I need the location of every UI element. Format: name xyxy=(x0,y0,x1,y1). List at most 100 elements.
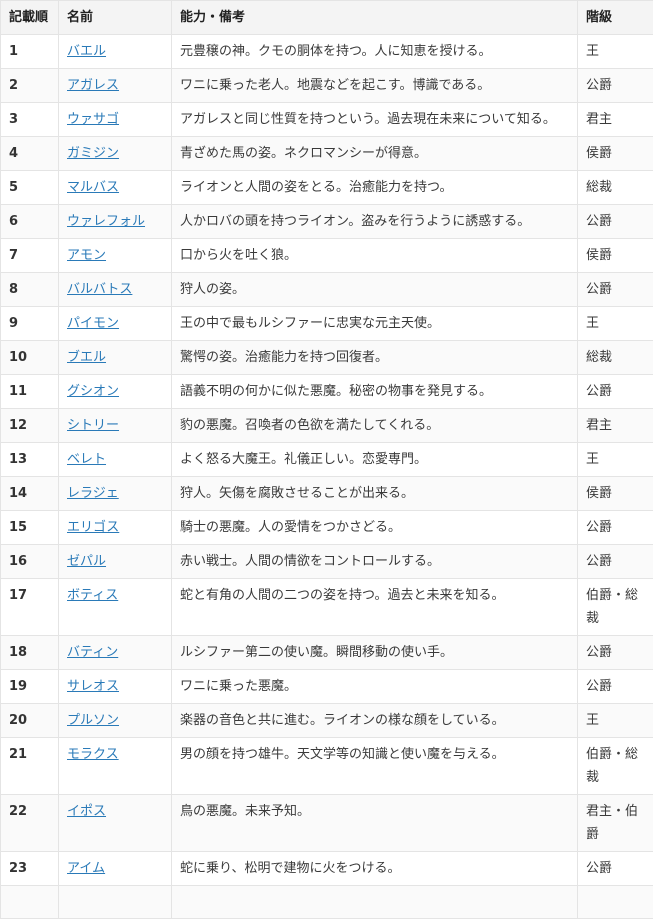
description-cell: 青ざめた馬の姿。ネクロマンシーが得意。 xyxy=(172,137,578,171)
name-cell: バルバトス xyxy=(59,273,172,307)
table-row: 13ベレトよく怒る大魔王。礼儀正しい。恋愛専門。王 xyxy=(1,443,653,477)
row-number: 6 xyxy=(1,205,59,239)
row-number: 13 xyxy=(1,443,59,477)
rank-cell: 君主 xyxy=(578,409,653,443)
rank-cell: 王 xyxy=(578,307,653,341)
row-number: 21 xyxy=(1,738,59,795)
demon-name-link[interactable]: サレオス xyxy=(67,679,119,694)
rank-cell: 伯爵・総裁 xyxy=(578,579,653,636)
name-cell: グシオン xyxy=(59,375,172,409)
rank-cell: 伯爵・総裁 xyxy=(578,738,653,795)
description-cell: 王の中で最もルシファーに忠実な元主天使。 xyxy=(172,307,578,341)
description-cell: 楽器の音色と共に進む。ライオンの様な顔をしている。 xyxy=(172,704,578,738)
name-cell: ボティス xyxy=(59,579,172,636)
rank-cell: 公爵 xyxy=(578,511,653,545)
table-body: 1バエル元豊穣の神。クモの胴体を持つ。人に知恵を授ける。王2アガレスワニに乗った… xyxy=(1,35,653,919)
name-cell: ブエル xyxy=(59,341,172,375)
name-cell: シトリー xyxy=(59,409,172,443)
demon-name-link[interactable]: モラクス xyxy=(67,747,119,762)
description-cell: 豹の悪魔。召喚者の色欲を満たしてくれる。 xyxy=(172,409,578,443)
name-cell: モラクス xyxy=(59,738,172,795)
rank-cell: 公爵 xyxy=(578,69,653,103)
description-cell: ライオンと人間の姿をとる。治癒能力を持つ。 xyxy=(172,171,578,205)
table-row: 5マルバスライオンと人間の姿をとる。治癒能力を持つ。総裁 xyxy=(1,171,653,205)
demon-name-link[interactable]: アモン xyxy=(67,248,106,263)
row-number: 2 xyxy=(1,69,59,103)
demon-name-link[interactable]: プルソン xyxy=(67,713,119,728)
description-cell: 元豊穣の神。クモの胴体を持つ。人に知恵を授ける。 xyxy=(172,35,578,69)
table-row: 8バルバトス狩人の姿。公爵 xyxy=(1,273,653,307)
demon-name-link[interactable]: ボティス xyxy=(67,588,118,603)
empty-cell xyxy=(578,886,653,919)
header-desc: 能力・備考 xyxy=(172,1,578,35)
name-cell: イポス xyxy=(59,795,172,852)
demon-name-link[interactable]: ベレト xyxy=(67,452,106,467)
name-cell: バエル xyxy=(59,35,172,69)
row-number: 11 xyxy=(1,375,59,409)
demon-name-link[interactable]: ゼパル xyxy=(67,554,106,569)
demon-name-link[interactable]: ブエル xyxy=(67,350,106,365)
table-row: 20プルソン楽器の音色と共に進む。ライオンの様な顔をしている。王 xyxy=(1,704,653,738)
demon-name-link[interactable]: レラジェ xyxy=(67,486,119,501)
table-row: 22イポス鳥の悪魔。未来予知。君主・伯爵 xyxy=(1,795,653,852)
demon-name-link[interactable]: エリゴス xyxy=(67,520,119,535)
description-cell: 蛇に乗り、松明で建物に火をつける。 xyxy=(172,852,578,886)
row-number: 18 xyxy=(1,636,59,670)
rank-cell: 王 xyxy=(578,443,653,477)
rank-cell: 侯爵 xyxy=(578,477,653,511)
row-number: 17 xyxy=(1,579,59,636)
demon-name-link[interactable]: マルバス xyxy=(67,180,119,195)
rank-cell: 公爵 xyxy=(578,670,653,704)
rank-cell: 君主 xyxy=(578,103,653,137)
table-row: 23アイム蛇に乗り、松明で建物に火をつける。公爵 xyxy=(1,852,653,886)
demon-name-link[interactable]: ガミジン xyxy=(67,146,119,161)
row-number: 12 xyxy=(1,409,59,443)
name-cell: アモン xyxy=(59,239,172,273)
demon-name-link[interactable]: バエル xyxy=(67,44,106,59)
demon-table: 記載順 名前 能力・備考 階級 1バエル元豊穣の神。クモの胴体を持つ。人に知恵を… xyxy=(0,0,653,919)
rank-cell: 総裁 xyxy=(578,171,653,205)
description-cell: 驚愕の姿。治癒能力を持つ回復者。 xyxy=(172,341,578,375)
row-number: 19 xyxy=(1,670,59,704)
name-cell: パイモン xyxy=(59,307,172,341)
rank-cell: 侯爵 xyxy=(578,137,653,171)
name-cell: ウァサゴ xyxy=(59,103,172,137)
rank-cell: 君主・伯爵 xyxy=(578,795,653,852)
row-number: 23 xyxy=(1,852,59,886)
table-row xyxy=(1,886,653,919)
name-cell: ゼパル xyxy=(59,545,172,579)
header-name: 名前 xyxy=(59,1,172,35)
rank-cell: 公爵 xyxy=(578,205,653,239)
name-cell: バティン xyxy=(59,636,172,670)
header-rank: 階級 xyxy=(578,1,653,35)
row-number: 22 xyxy=(1,795,59,852)
demon-name-link[interactable]: バルバトス xyxy=(67,282,132,297)
empty-cell xyxy=(1,886,59,919)
demon-name-link[interactable]: グシオン xyxy=(67,384,119,399)
table-row: 6ウァレフォル人かロバの頭を持つライオン。盗みを行うように誘惑する。公爵 xyxy=(1,205,653,239)
table-row: 18バティンルシファー第二の使い魔。瞬間移動の使い手。公爵 xyxy=(1,636,653,670)
description-cell: 蛇と有角の人間の二つの姿を持つ。過去と未来を知る。 xyxy=(172,579,578,636)
table-row: 10ブエル驚愕の姿。治癒能力を持つ回復者。総裁 xyxy=(1,341,653,375)
name-cell: ウァレフォル xyxy=(59,205,172,239)
description-cell: 赤い戦士。人間の情欲をコントロールする。 xyxy=(172,545,578,579)
rank-cell: 王 xyxy=(578,35,653,69)
demon-name-link[interactable]: バティン xyxy=(67,645,118,660)
demon-name-link[interactable]: パイモン xyxy=(67,316,119,331)
empty-cell xyxy=(59,886,172,919)
row-number: 10 xyxy=(1,341,59,375)
demon-name-link[interactable]: イポス xyxy=(67,804,106,819)
row-number: 3 xyxy=(1,103,59,137)
row-number: 4 xyxy=(1,137,59,171)
name-cell: アガレス xyxy=(59,69,172,103)
description-cell: 騎士の悪魔。人の愛情をつかさどる。 xyxy=(172,511,578,545)
name-cell: ガミジン xyxy=(59,137,172,171)
table-row: 19サレオスワニに乗った悪魔。公爵 xyxy=(1,670,653,704)
empty-cell xyxy=(172,886,578,919)
demon-name-link[interactable]: シトリー xyxy=(67,418,119,433)
row-number: 15 xyxy=(1,511,59,545)
demon-name-link[interactable]: ウァレフォル xyxy=(67,214,145,229)
demon-name-link[interactable]: ウァサゴ xyxy=(67,112,119,127)
demon-name-link[interactable]: アイム xyxy=(67,861,105,876)
demon-name-link[interactable]: アガレス xyxy=(67,78,119,93)
